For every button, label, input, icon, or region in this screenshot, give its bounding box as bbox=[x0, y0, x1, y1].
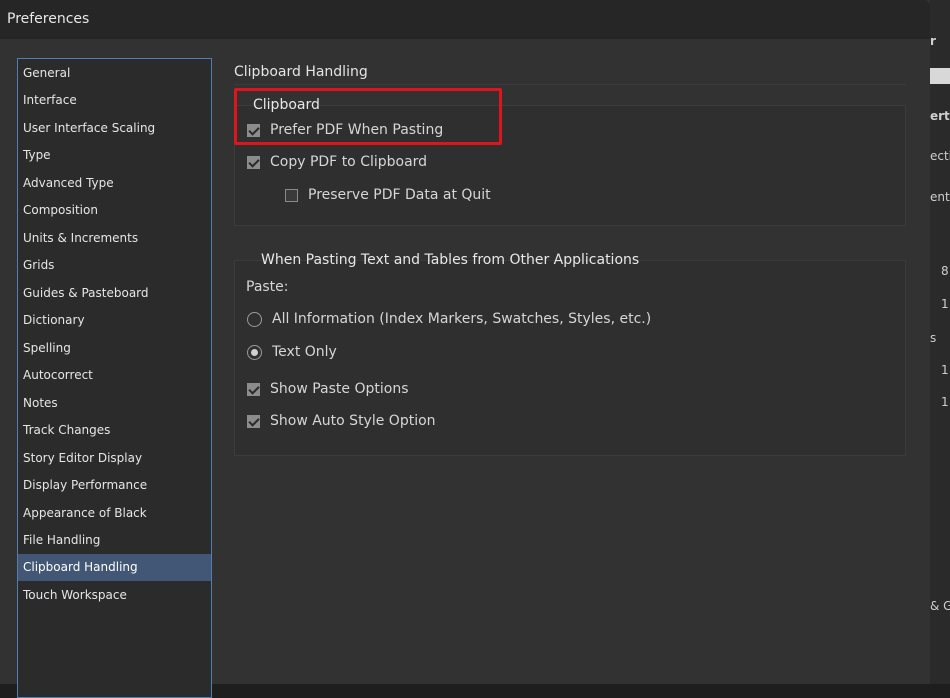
sidebar-item-user-interface-scaling[interactable]: User Interface Scaling bbox=[18, 115, 211, 142]
background-fragment: 8 bbox=[941, 264, 949, 278]
show-paste-options-checkbox[interactable] bbox=[247, 383, 260, 396]
all-information-radio[interactable] bbox=[247, 312, 262, 327]
background-fragment: 1 bbox=[941, 395, 949, 409]
background-fragment: s bbox=[930, 331, 937, 345]
background-app-panel: r erti ectio ent 8 1 s 1 1 & Gr bbox=[930, 0, 950, 684]
sidebar-item-grids[interactable]: Grids bbox=[18, 252, 211, 279]
section-divider bbox=[234, 84, 906, 85]
background-fragment: 1 bbox=[941, 297, 949, 311]
preferences-dialog: Preferences General Interface User Inter… bbox=[0, 0, 930, 698]
sidebar-item-interface[interactable]: Interface bbox=[18, 87, 211, 114]
sidebar-item-touch-workspace[interactable]: Touch Workspace bbox=[18, 582, 211, 609]
window-title: Preferences bbox=[7, 11, 90, 27]
background-fragment: r bbox=[930, 34, 936, 48]
background-fragment: ectio bbox=[930, 149, 950, 163]
annotation-highlight-box bbox=[234, 88, 502, 145]
sidebar-item-notes[interactable]: Notes bbox=[18, 390, 211, 417]
sidebar-item-general[interactable]: General bbox=[18, 60, 211, 87]
copy-pdf-checkbox[interactable] bbox=[247, 156, 260, 169]
section-title: Clipboard Handling bbox=[234, 64, 368, 80]
paste-label: Paste: bbox=[246, 279, 289, 295]
sidebar-item-dictionary[interactable]: Dictionary bbox=[18, 307, 211, 334]
sidebar-item-advanced-type[interactable]: Advanced Type bbox=[18, 170, 211, 197]
background-fragment: erti bbox=[930, 109, 950, 123]
sidebar-item-appearance-of-black[interactable]: Appearance of Black bbox=[18, 500, 211, 527]
background-fragment: & Gr bbox=[930, 599, 950, 613]
sidebar-item-clipboard-handling[interactable]: Clipboard Handling bbox=[18, 554, 211, 581]
show-auto-style-checkbox[interactable] bbox=[247, 415, 260, 428]
preserve-pdf-label: Preserve PDF Data at Quit bbox=[308, 187, 491, 203]
sidebar-item-type[interactable]: Type bbox=[18, 142, 211, 169]
text-only-radio[interactable] bbox=[247, 345, 262, 360]
preserve-pdf-checkbox[interactable] bbox=[285, 189, 298, 202]
background-fragment: 1 bbox=[941, 363, 949, 377]
background-fragment: ent bbox=[930, 190, 950, 204]
background-app-bar bbox=[930, 68, 950, 84]
sidebar-item-units-increments[interactable]: Units & Increments bbox=[18, 225, 211, 252]
sidebar-item-spelling[interactable]: Spelling bbox=[18, 335, 211, 362]
text-only-label: Text Only bbox=[272, 344, 337, 360]
copy-pdf-label: Copy PDF to Clipboard bbox=[270, 154, 428, 170]
sidebar-item-file-handling[interactable]: File Handling bbox=[18, 527, 211, 554]
show-paste-options-label: Show Paste Options bbox=[270, 381, 409, 397]
title-bar[interactable]: Preferences bbox=[0, 0, 930, 39]
sidebar-item-track-changes[interactable]: Track Changes bbox=[18, 417, 211, 444]
paste-group-title: When Pasting Text and Tables from Other … bbox=[261, 252, 640, 268]
show-auto-style-label: Show Auto Style Option bbox=[270, 413, 436, 429]
sidebar-item-autocorrect[interactable]: Autocorrect bbox=[18, 362, 211, 389]
all-information-label: All Information (Index Markers, Swatches… bbox=[272, 311, 652, 327]
sidebar-item-display-performance[interactable]: Display Performance bbox=[18, 472, 211, 499]
preferences-sidebar: General Interface User Interface Scaling… bbox=[17, 58, 212, 698]
sidebar-item-guides-pasteboard[interactable]: Guides & Pasteboard bbox=[18, 280, 211, 307]
sidebar-item-composition[interactable]: Composition bbox=[18, 197, 211, 224]
sidebar-item-story-editor-display[interactable]: Story Editor Display bbox=[18, 445, 211, 472]
